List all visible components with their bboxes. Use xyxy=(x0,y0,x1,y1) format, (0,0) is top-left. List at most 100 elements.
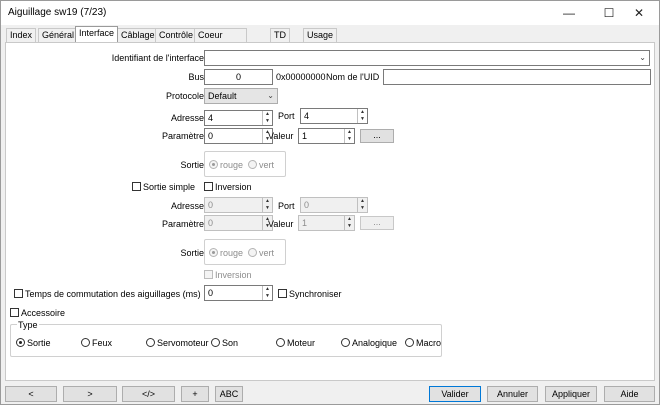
valeur2-more-button[interactable]: ... xyxy=(360,216,394,230)
appliquer-button[interactable]: Appliquer xyxy=(545,386,597,402)
address2-value: 0 xyxy=(208,200,214,210)
address2-spinner[interactable]: 0 ▲ ▼ xyxy=(204,197,273,213)
radio-rouge[interactable]: rouge xyxy=(209,160,243,170)
uid-field[interactable] xyxy=(383,69,651,85)
radio-dot xyxy=(211,338,220,347)
radio-type-son[interactable]: Son xyxy=(211,338,238,348)
spin-down-icon[interactable]: ▼ xyxy=(345,136,354,143)
synchroniser-checkbox[interactable]: Synchroniser xyxy=(278,289,342,299)
port2-spinner[interactable]: 0 ▲ ▼ xyxy=(300,197,368,213)
accessoire-checkbox[interactable]: Accessoire xyxy=(10,308,65,318)
aide-button[interactable]: Aide xyxy=(604,386,655,402)
param-label: Paramètre xyxy=(161,131,204,141)
radio-type-sortie[interactable]: Sortie xyxy=(16,338,51,348)
window-title: Aiguillage sw19 (7/23) xyxy=(8,7,107,18)
tab-cablage[interactable]: Câblage xyxy=(117,28,159,42)
title-bar: Aiguillage sw19 (7/23) — ☐ ✕ xyxy=(1,1,659,25)
next-button[interactable]: > xyxy=(63,386,117,402)
radio-type-feux[interactable]: Feux xyxy=(81,338,112,348)
spin-down-icon[interactable]: ▼ xyxy=(263,293,272,300)
address2-spin-buttons[interactable]: ▲ ▼ xyxy=(262,198,272,212)
radio-dot xyxy=(405,338,414,347)
radio-type-macro-label: Macro xyxy=(416,338,442,348)
port2-spin-buttons[interactable]: ▲ ▼ xyxy=(357,198,367,212)
valeur2-value: 1 xyxy=(302,218,308,228)
valeur-more-button[interactable]: ... xyxy=(360,129,394,143)
sortie-group: rouge vert xyxy=(204,151,286,177)
address-spin-buttons[interactable]: ▲ ▼ xyxy=(262,111,272,125)
valeur2-spin-buttons[interactable]: ▲ ▼ xyxy=(344,216,354,230)
protocol-select[interactable]: Default ⌄ xyxy=(204,88,278,104)
prev-button[interactable]: < xyxy=(5,386,57,402)
abc-button[interactable]: ABC xyxy=(215,386,243,402)
radio-dot xyxy=(276,338,285,347)
radio-dot xyxy=(146,338,155,347)
code-button[interactable]: </> xyxy=(122,386,175,402)
tab-usage[interactable]: Usage xyxy=(303,28,338,42)
inversion-label: Inversion xyxy=(215,182,252,192)
tab-general[interactable]: Général xyxy=(38,28,79,42)
spin-up-icon[interactable]: ▲ xyxy=(263,111,272,118)
commutation-value: 0 xyxy=(208,288,214,298)
radio-type-servomoteur[interactable]: Servomoteur xyxy=(146,338,209,348)
sortie2-label: Sortie xyxy=(180,248,204,258)
checkbox-box xyxy=(10,308,19,317)
bus-field[interactable]: 0 xyxy=(204,69,273,85)
chevron-down-icon: ⌄ xyxy=(639,53,646,62)
add-button[interactable]: + xyxy=(181,386,209,402)
radio-dot xyxy=(341,338,350,347)
spin-down-icon[interactable]: ▼ xyxy=(358,205,367,212)
radio-rouge-2[interactable]: rouge xyxy=(209,248,243,258)
annuler-button[interactable]: Annuler xyxy=(487,386,538,402)
spin-up-icon[interactable]: ▲ xyxy=(358,109,367,116)
radio-dot xyxy=(209,160,218,169)
radio-vert-2-label: vert xyxy=(259,248,275,258)
radio-vert-2[interactable]: vert xyxy=(248,248,274,258)
radio-type-moteur-label: Moteur xyxy=(287,338,316,348)
radio-type-macro[interactable]: Macro xyxy=(405,338,441,348)
spin-up-icon[interactable]: ▲ xyxy=(345,129,354,136)
param2-spinner[interactable]: 0 ▲ ▼ xyxy=(204,215,273,231)
tab-index[interactable]: Index xyxy=(6,28,37,42)
valeur2-spinner[interactable]: 1 ▲ ▼ xyxy=(298,215,355,231)
type-group: Type Sortie Feux Servomoteur Son Moteur … xyxy=(10,320,442,357)
spin-down-icon[interactable]: ▼ xyxy=(263,118,272,125)
commutation-spin-buttons[interactable]: ▲ ▼ xyxy=(262,286,272,300)
radio-type-analogique[interactable]: Analogique xyxy=(341,338,397,348)
port-spin-buttons[interactable]: ▲ ▼ xyxy=(357,109,367,123)
spin-up-icon[interactable]: ▲ xyxy=(263,198,272,205)
param-spinner[interactable]: 0 ▲ ▼ xyxy=(204,128,273,144)
spin-up-icon[interactable]: ▲ xyxy=(263,286,272,293)
interface-id-combo[interactable]: ⌄ xyxy=(204,50,650,66)
spin-down-icon[interactable]: ▼ xyxy=(358,116,367,123)
close-icon[interactable]: ✕ xyxy=(621,1,657,25)
tab-td[interactable]: TD xyxy=(270,28,290,42)
tab-interface[interactable]: Interface xyxy=(75,26,119,42)
checkbox-box xyxy=(132,182,141,191)
valeur-spinner[interactable]: 1 ▲ ▼ xyxy=(298,128,355,144)
radio-dot xyxy=(209,248,218,257)
spin-up-icon[interactable]: ▲ xyxy=(345,216,354,223)
accessoire-label: Accessoire xyxy=(21,308,66,318)
sortie-simple-checkbox[interactable]: Sortie simple xyxy=(132,182,195,192)
spin-down-icon[interactable]: ▼ xyxy=(345,223,354,230)
radio-vert[interactable]: vert xyxy=(248,160,274,170)
radio-type-sortie-label: Sortie xyxy=(27,338,51,348)
spin-down-icon[interactable]: ▼ xyxy=(263,205,272,212)
commutation-checkbox[interactable]: Temps de commutation des aiguillages (ms… xyxy=(14,289,201,299)
address-spinner[interactable]: 4 ▲ ▼ xyxy=(204,110,273,126)
valeur-spin-buttons[interactable]: ▲ ▼ xyxy=(344,129,354,143)
address2-label: Adresse xyxy=(170,201,204,211)
spin-up-icon[interactable]: ▲ xyxy=(358,198,367,205)
commutation-spinner[interactable]: 0 ▲ ▼ xyxy=(204,285,273,301)
valider-button[interactable]: Valider xyxy=(429,386,481,402)
tab-coeur-aiguillage[interactable]: Coeur d'aiguillage xyxy=(194,28,247,53)
inversion-checkbox[interactable]: Inversion xyxy=(204,182,252,192)
inversion2-checkbox[interactable]: Inversion xyxy=(204,270,252,280)
tab-controle[interactable]: Contrôle xyxy=(155,28,198,42)
port-spinner[interactable]: 4 ▲ ▼ xyxy=(300,108,368,124)
checkbox-box xyxy=(204,182,213,191)
radio-type-moteur[interactable]: Moteur xyxy=(276,338,315,348)
bus-hex-value: 0x00000000 xyxy=(276,72,326,82)
minimize-icon[interactable]: — xyxy=(551,1,587,25)
